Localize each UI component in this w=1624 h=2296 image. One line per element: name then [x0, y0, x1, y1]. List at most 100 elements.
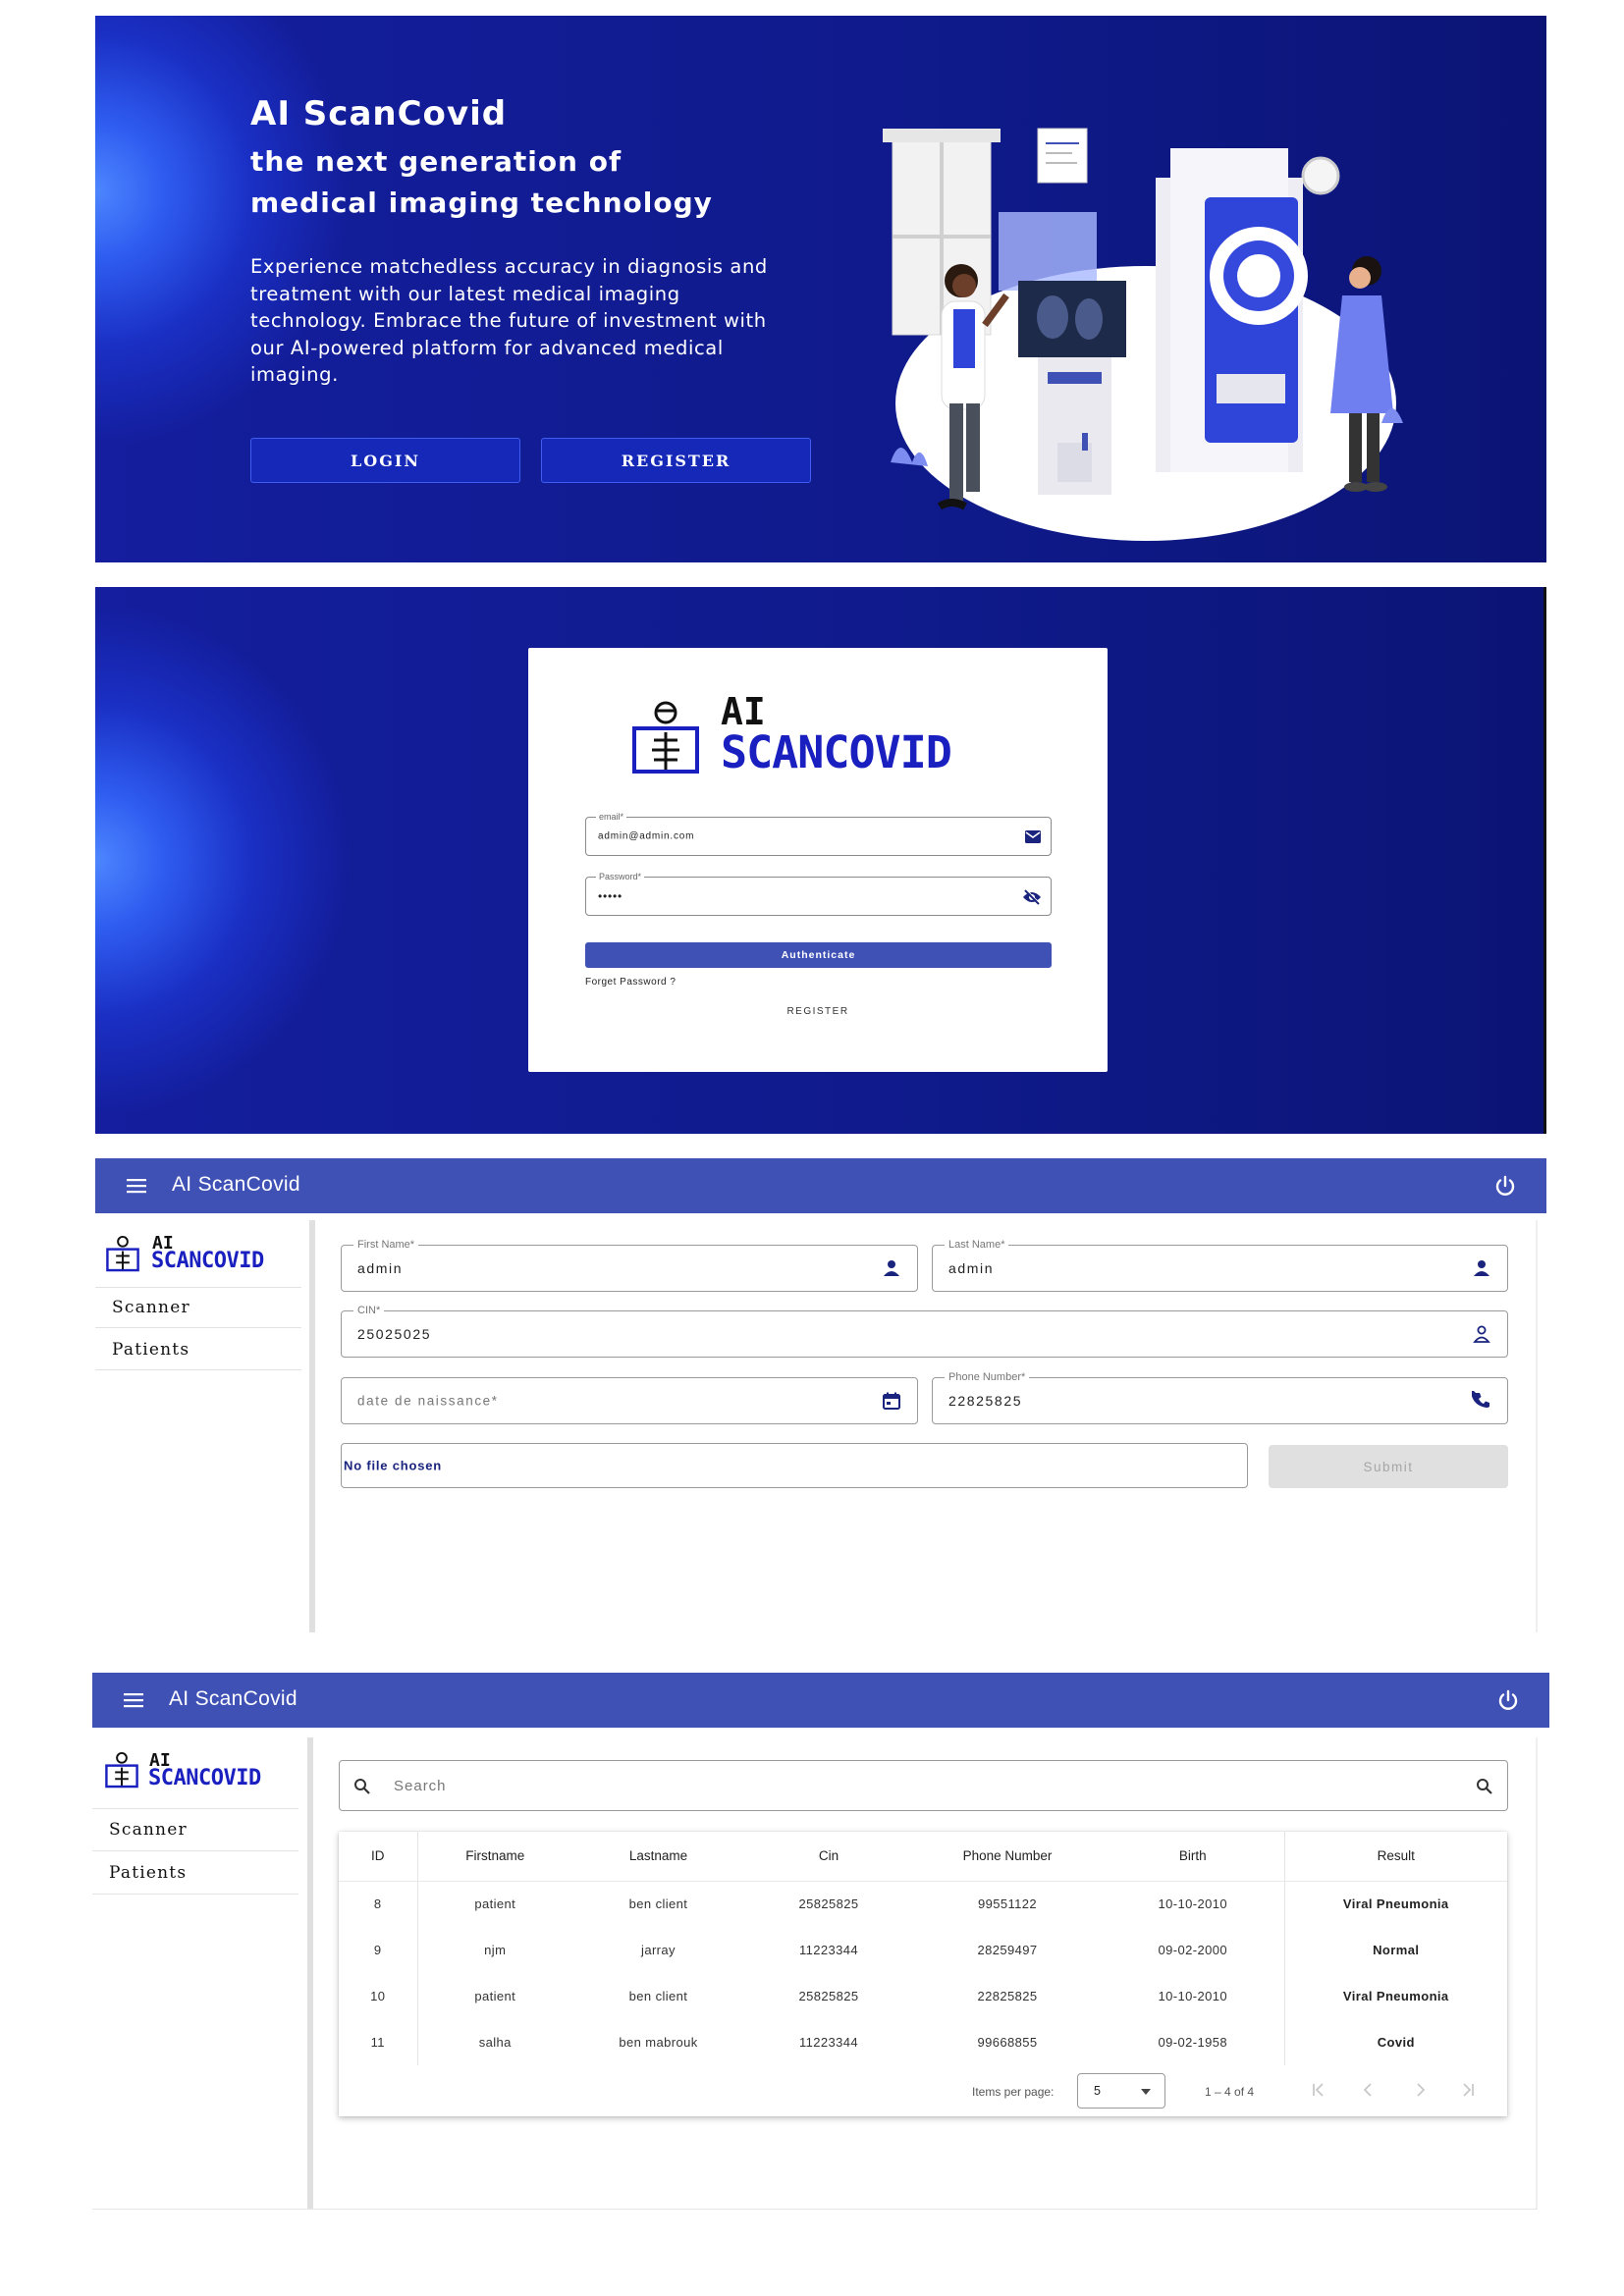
sidebar: AI SCANCOVID Scanner Patients [95, 1220, 301, 1632]
sidebar-item-scanner[interactable]: Scanner [92, 1808, 298, 1851]
hero-description: Experience matchedless accuracy in diagn… [250, 255, 768, 386]
scanner-machine-shape [1156, 148, 1308, 472]
xray-logo-icon [106, 1235, 139, 1272]
hero-subtitle: the next generation of medical imaging t… [250, 141, 800, 224]
search-icon [354, 1779, 370, 1794]
cell-phone: 99551122 [977, 1896, 1038, 1912]
phone-icon [1472, 1391, 1489, 1408]
cell-result: Covid [1283, 2019, 1507, 2065]
login-section: AI SCANCOVID email* admin@admin.com Pass… [95, 587, 1546, 1134]
cell-birth: 09-02-2000 [1158, 1943, 1227, 1957]
cell-id: 9 [339, 1927, 418, 1973]
power-icon[interactable] [1493, 1174, 1517, 1198]
birth-date-field[interactable]: date de naissance* [341, 1377, 918, 1424]
sidebar-item-patients[interactable]: Patients [95, 1329, 301, 1370]
chevron-down-icon [1141, 2089, 1151, 2095]
items-per-page-label: Items per page: [972, 2085, 1055, 2099]
brand-scancovid-text: SCANCOVID [151, 1249, 264, 1273]
cell-firstname: salha [478, 2035, 512, 2050]
phone-number-label: Phone Number* [945, 1370, 1030, 1384]
birth-date-placeholder: date de naissance* [357, 1393, 499, 1409]
login-button[interactable]: LOGIN [250, 438, 520, 483]
cin-label: CIN* [353, 1304, 385, 1317]
next-page-icon[interactable] [1413, 2083, 1427, 2097]
hero-subtitle-line2: medical imaging technology [250, 187, 713, 219]
column-header-cin[interactable]: Cin [744, 1832, 913, 1882]
cell-birth: 10-10-2010 [1158, 1989, 1227, 2003]
forget-password-link[interactable]: Forget Password ? [585, 977, 676, 988]
column-header-birth[interactable]: Birth [1102, 1832, 1284, 1882]
brand-scancovid-text: SCANCOVID [148, 1766, 261, 1790]
last-name-value: admin [948, 1260, 995, 1276]
sidebar-divider [307, 1737, 313, 2209]
submit-button[interactable]: Submit [1269, 1445, 1508, 1488]
items-per-page-value: 5 [1094, 2084, 1101, 2098]
last-page-icon[interactable] [1460, 2083, 1476, 2097]
cell-lastname: jarray [641, 1943, 676, 1957]
table-row[interactable]: 10 patient ben client 25825825 22825825 … [339, 1973, 1507, 2019]
register-link[interactable]: REGISTER [528, 1006, 1108, 1017]
app-toolbar: AI ScanCovid [95, 1158, 1546, 1213]
phone-number-field[interactable]: Phone Number* 22825825 [932, 1370, 1508, 1424]
window-shape [883, 129, 1001, 336]
phone-number-value: 22825825 [948, 1393, 1023, 1409]
column-header-phone[interactable]: Phone Number [913, 1832, 1102, 1882]
column-header-firstname[interactable]: Firstname [417, 1832, 572, 1882]
search-field[interactable]: Search [339, 1760, 1508, 1811]
cin-value: 25025025 [357, 1326, 432, 1342]
cell-result: Viral Pneumonia [1283, 1973, 1507, 2019]
first-page-icon[interactable] [1311, 2083, 1326, 2097]
first-name-field[interactable]: First Name* admin [341, 1238, 918, 1292]
column-header-result[interactable]: Result [1283, 1832, 1507, 1882]
cell-birth: 09-02-1958 [1158, 2035, 1227, 2050]
last-name-field[interactable]: Last Name* admin [932, 1238, 1508, 1292]
cell-firstname: njm [484, 1943, 507, 1957]
table-row[interactable]: 11 salha ben mabrouk 11223344 99668855 0… [339, 2019, 1507, 2065]
login-card: AI SCANCOVID email* admin@admin.com Pass… [528, 648, 1108, 1072]
cell-lastname: ben client [628, 1896, 688, 1912]
power-icon[interactable] [1496, 1688, 1520, 1712]
cell-result: Normal [1283, 1927, 1507, 1973]
authenticate-button[interactable]: Authenticate [585, 942, 1052, 968]
previous-page-icon[interactable] [1362, 2083, 1376, 2097]
items-per-page-select[interactable]: 5 [1077, 2073, 1165, 2109]
table-row[interactable]: 9 njm jarray 11223344 28259497 09-02-200… [339, 1927, 1507, 1973]
paginator: Items per page: 5 1 – 4 of 4 [339, 2065, 1507, 2116]
search-input[interactable]: Search [394, 1778, 447, 1794]
cell-result: Viral Pneumonia [1283, 1881, 1507, 1927]
sidebar-divider [309, 1220, 315, 1632]
email-field[interactable]: email* admin@admin.com [585, 811, 1052, 856]
hero-subtitle-line1: the next generation of [250, 145, 623, 178]
cell-phone: 99668855 [977, 2035, 1038, 2050]
patients-table-card: ID Firstname Lastname Cin Phone Number B… [339, 1832, 1507, 2116]
register-button[interactable]: REGISTER [541, 438, 811, 483]
column-header-lastname[interactable]: Lastname [572, 1832, 744, 1882]
sidebar-item-patients[interactable]: Patients [92, 1851, 298, 1895]
last-name-label: Last Name* [945, 1238, 1009, 1252]
first-name-label: First Name* [353, 1238, 419, 1252]
search-icon[interactable] [1476, 1778, 1493, 1795]
table-row[interactable]: 8 patient ben client 25825825 99551122 1… [339, 1881, 1507, 1927]
password-field[interactable]: Password* ••••• [585, 871, 1052, 916]
cell-lastname: ben mabrouk [619, 2035, 698, 2050]
cin-field[interactable]: CIN* 25025025 [341, 1304, 1508, 1358]
cell-phone: 28259497 [977, 1943, 1038, 1957]
visibility-off-icon[interactable] [1022, 889, 1042, 905]
cell-id: 11 [339, 2019, 418, 2065]
menu-icon[interactable] [127, 1176, 146, 1196]
file-upload-field[interactable]: No file chosen [341, 1443, 1248, 1488]
column-header-id[interactable]: ID [339, 1832, 418, 1882]
range-label: 1 – 4 of 4 [1205, 2085, 1255, 2099]
cell-phone: 22825825 [977, 1989, 1038, 2003]
app-title: AI ScanCovid [172, 1173, 300, 1196]
app-title: AI ScanCovid [169, 1687, 298, 1710]
app-toolbar: AI ScanCovid [92, 1673, 1549, 1728]
sidebar-item-scanner[interactable]: Scanner [95, 1287, 301, 1328]
cell-firstname: patient [474, 1989, 516, 2003]
person-outline-icon [1473, 1325, 1490, 1343]
patients-table: ID Firstname Lastname Cin Phone Number B… [339, 1832, 1507, 2065]
hero-section: AI ScanCovid the next generation of medi… [95, 16, 1546, 562]
first-name-value: admin [357, 1260, 404, 1276]
calendar-icon[interactable] [882, 1391, 901, 1411]
menu-icon[interactable] [124, 1690, 143, 1710]
